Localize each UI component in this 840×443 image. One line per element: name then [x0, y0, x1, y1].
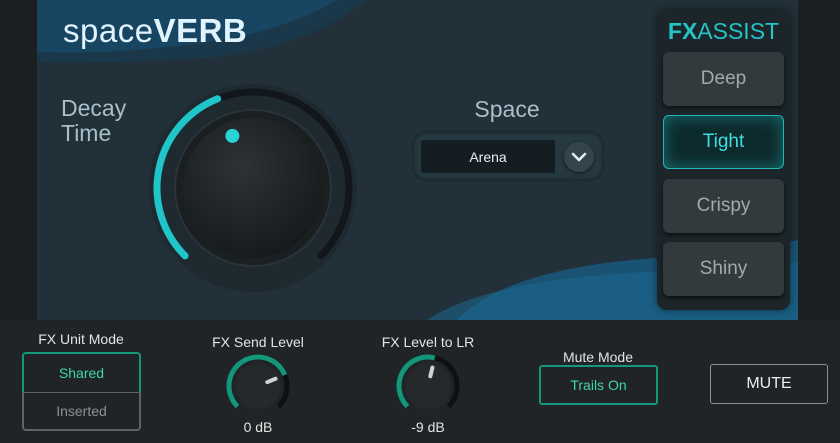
fx-unit-mode-label: FX Unit Mode — [38, 331, 124, 347]
preset-tight-button[interactable]: Tight — [663, 115, 784, 169]
space-value[interactable]: Arena — [421, 140, 555, 173]
fx-unit-shared-button[interactable]: Shared — [22, 352, 141, 392]
chevron-down-icon — [571, 152, 587, 162]
lr-knob-pointer — [428, 365, 435, 379]
decay-knob-indicator — [225, 128, 240, 143]
decay-knob-cap — [183, 118, 323, 258]
preset-deep-button[interactable]: Deep — [663, 52, 784, 106]
spaceverb-plugin: spaceVERB Decay Time Space Arena FXASSIS… — [37, 0, 798, 320]
fx-send-level-knob[interactable] — [225, 353, 291, 419]
mute-button[interactable]: MUTE — [710, 364, 828, 404]
decay-label-line2: Time — [61, 120, 112, 146]
left-frame — [0, 0, 37, 320]
fx-assist-title-light: ASSIST — [697, 18, 780, 44]
fx-level-lr-value: -9 dB — [411, 419, 445, 435]
fx-assist-title: FXASSIST — [657, 18, 790, 45]
decay-label-line1: Decay — [61, 95, 127, 121]
fx-assist-title-bold: FX — [667, 18, 698, 44]
mute-mode-label: Mute Mode — [562, 349, 634, 365]
space-dropdown-button[interactable] — [564, 142, 594, 172]
preset-shiny-button[interactable]: Shiny — [663, 242, 784, 296]
decay-time-knob[interactable] — [145, 80, 361, 296]
fx-send-level-value: 0 dB — [243, 419, 273, 435]
bottom-control-bar: FX Unit Mode Shared Inserted FX Send Lev… — [0, 320, 840, 443]
decay-time-label: Decay Time — [61, 96, 151, 146]
fx-unit-inserted-button[interactable]: Inserted — [22, 392, 141, 431]
fx-send-level-label: FX Send Level — [212, 334, 304, 350]
preset-crispy-button[interactable]: Crispy — [663, 179, 784, 233]
brand-light-text: space — [63, 12, 154, 49]
fx-level-lr-knob[interactable] — [395, 353, 461, 419]
brand-logo: spaceVERB — [63, 12, 247, 50]
mute-mode-trails-button[interactable]: Trails On — [539, 365, 658, 405]
right-frame — [798, 0, 840, 320]
space-selector[interactable]: Arena — [412, 131, 604, 181]
space-title: Space — [474, 96, 540, 122]
fx-assist-panel: FXASSIST Deep Tight Crispy Shiny — [657, 10, 790, 310]
brand-bold-text: VERB — [153, 12, 248, 49]
fx-level-lr-label: FX Level to LR — [381, 334, 475, 350]
